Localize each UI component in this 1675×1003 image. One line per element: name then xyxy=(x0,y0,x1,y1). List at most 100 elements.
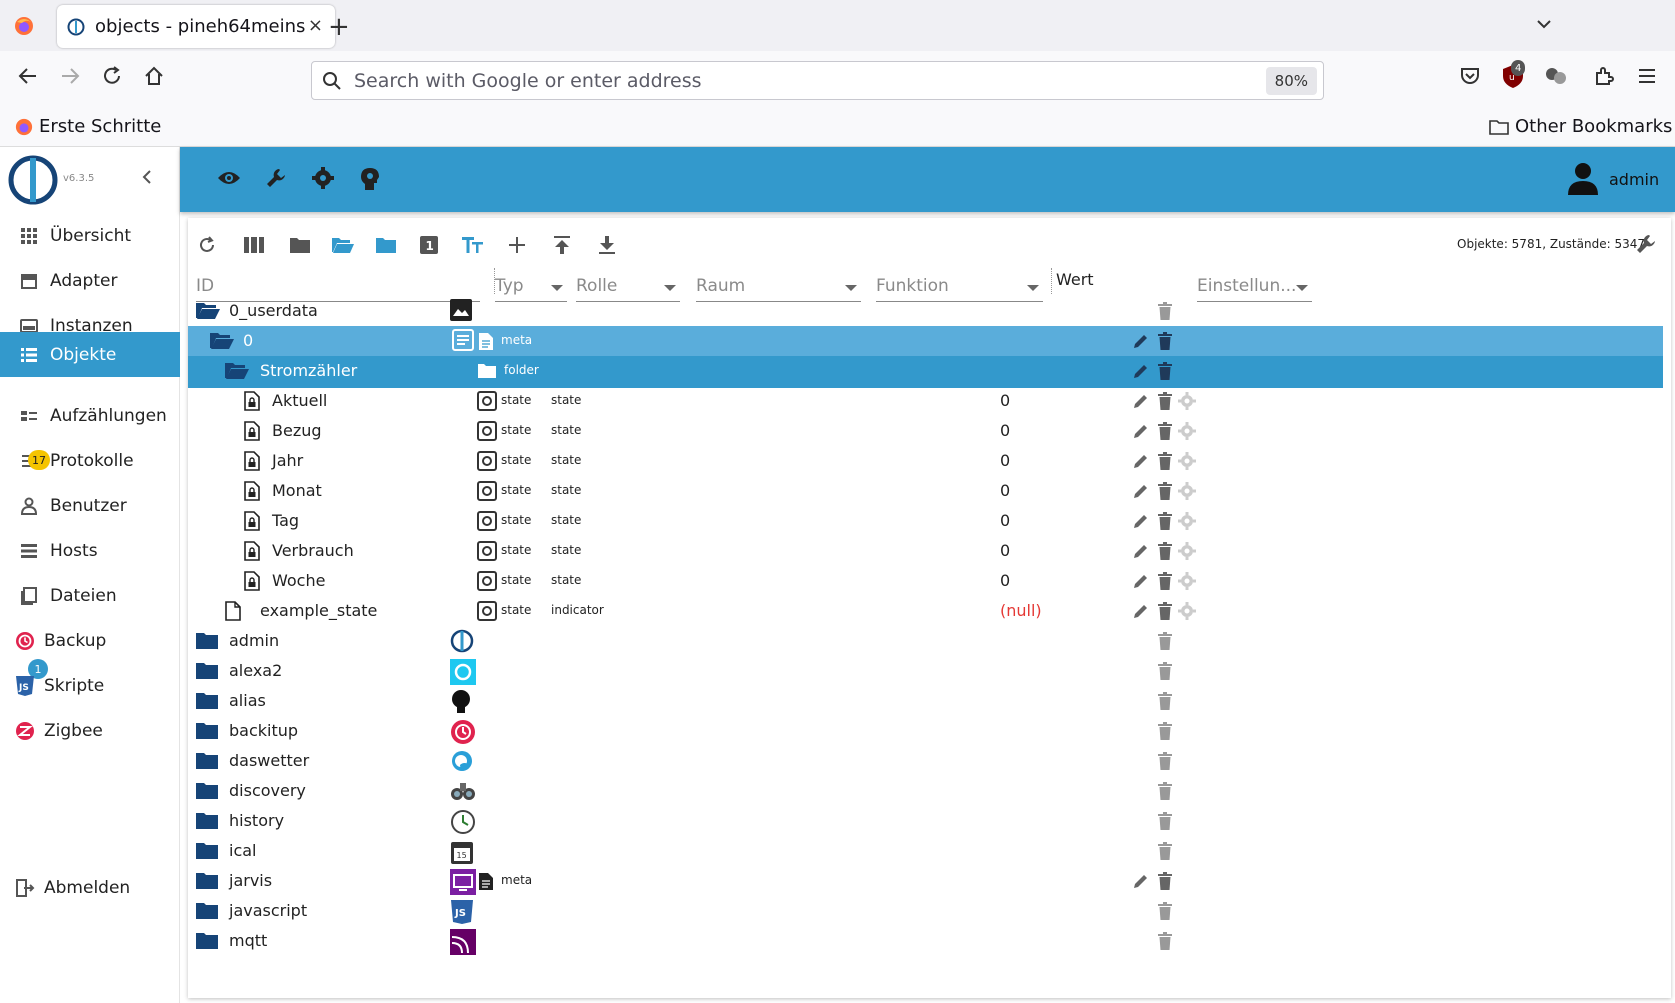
object-value[interactable]: 0 xyxy=(1000,541,1010,560)
address-bar[interactable]: Search with Google or enter address 80% xyxy=(311,61,1324,100)
edit-icon[interactable] xyxy=(1132,362,1150,380)
delete-icon[interactable] xyxy=(1158,572,1172,590)
table-row[interactable]: jarvis meta xyxy=(188,866,1663,898)
pocket-icon[interactable] xyxy=(1459,65,1481,87)
sidebar-item-skripte[interactable]: JS Skripte xyxy=(0,663,180,709)
delete-icon[interactable] xyxy=(1158,902,1172,920)
settings-wrench-icon[interactable] xyxy=(1635,233,1657,255)
delete-icon[interactable] xyxy=(1158,512,1172,530)
object-value[interactable]: 0 xyxy=(1000,391,1010,410)
object-value[interactable]: 0 xyxy=(1000,571,1010,590)
table-row[interactable]: Tag state state 0 xyxy=(188,506,1663,538)
folder-open-icon[interactable] xyxy=(196,302,220,320)
folder-icon[interactable] xyxy=(196,692,218,710)
delete-icon[interactable] xyxy=(1158,812,1172,830)
table-row[interactable]: Monat state state 0 xyxy=(188,476,1663,508)
delete-icon[interactable] xyxy=(1158,662,1172,680)
gear-icon[interactable] xyxy=(1178,452,1196,470)
table-row[interactable]: daswetter xyxy=(188,746,1663,778)
delete-icon[interactable] xyxy=(1158,692,1172,710)
gear-icon[interactable] xyxy=(1178,422,1196,440)
expand-level-icon[interactable]: 1 xyxy=(414,230,444,260)
edit-icon[interactable] xyxy=(1132,572,1150,590)
columns-icon[interactable] xyxy=(239,230,269,260)
edit-icon[interactable] xyxy=(1132,512,1150,530)
delete-icon[interactable] xyxy=(1158,932,1172,950)
expand-all-icon[interactable] xyxy=(328,230,358,260)
home-button[interactable] xyxy=(143,65,165,87)
table-row[interactable]: alexa2 xyxy=(188,656,1663,688)
object-value[interactable]: 0 xyxy=(1000,451,1010,470)
logout-button[interactable]: Abmelden xyxy=(0,865,180,911)
folder-open-icon[interactable] xyxy=(210,332,234,350)
object-value[interactable]: 0 xyxy=(1000,511,1010,530)
reload-button[interactable] xyxy=(101,65,123,87)
table-row[interactable]: Verbrauch state state 0 xyxy=(188,536,1663,568)
table-row[interactable]: ical 15 xyxy=(188,836,1663,868)
folder-icon[interactable] xyxy=(196,632,218,650)
folder-icon[interactable] xyxy=(196,812,218,830)
sidebar-item-hosts[interactable]: Hosts xyxy=(0,528,180,574)
collapse-sidebar-chevron-icon[interactable] xyxy=(140,169,154,185)
forward-button[interactable] xyxy=(59,65,81,87)
table-row[interactable]: alias xyxy=(188,686,1663,718)
table-row[interactable]: admin xyxy=(188,626,1663,658)
back-button[interactable] xyxy=(17,65,39,87)
delete-icon[interactable] xyxy=(1158,722,1172,740)
add-icon[interactable] xyxy=(502,230,532,260)
delete-icon[interactable] xyxy=(1158,332,1172,350)
firefox-icon[interactable] xyxy=(14,16,34,36)
object-value[interactable]: 0 xyxy=(1000,481,1010,500)
delete-icon[interactable] xyxy=(1158,842,1172,860)
extensions-puzzle-icon[interactable] xyxy=(1593,65,1615,87)
folder-icon[interactable] xyxy=(196,722,218,740)
iobroker-logo[interactable] xyxy=(8,155,58,205)
download-icon[interactable] xyxy=(592,230,622,260)
head-gear-icon[interactable] xyxy=(360,167,380,191)
delete-icon[interactable] xyxy=(1158,782,1172,800)
gear-icon[interactable] xyxy=(1178,512,1196,530)
folder-icon[interactable] xyxy=(196,842,218,860)
edit-icon[interactable] xyxy=(1132,392,1150,410)
table-row[interactable]: javascript JS xyxy=(188,896,1663,928)
gear-icon[interactable] xyxy=(1178,542,1196,560)
edit-icon[interactable] xyxy=(1132,482,1150,500)
delete-icon[interactable] xyxy=(1158,602,1172,620)
extension-dots-icon[interactable] xyxy=(1545,66,1567,86)
folder-icon[interactable] xyxy=(196,782,218,800)
delete-icon[interactable] xyxy=(1158,422,1172,440)
folder-view-icon[interactable] xyxy=(285,230,315,260)
sidebar-item-zigbee[interactable]: Zigbee xyxy=(0,708,180,754)
edit-icon[interactable] xyxy=(1132,332,1150,350)
table-row[interactable]: history xyxy=(188,806,1663,838)
delete-icon[interactable] xyxy=(1158,872,1172,890)
gear-icon[interactable] xyxy=(1178,602,1196,620)
table-row[interactable]: Aktuell state state 0 xyxy=(188,386,1663,418)
folder-icon[interactable] xyxy=(196,932,218,950)
table-row[interactable]: example_state state indicator (null) xyxy=(188,596,1663,628)
sidebar-item-protokolle[interactable]: Protokolle xyxy=(0,438,180,484)
expert-mode-icon[interactable] xyxy=(312,167,334,189)
edit-icon[interactable] xyxy=(1132,872,1150,890)
username[interactable]: admin xyxy=(1609,170,1659,189)
table-row[interactable]: Woche state state 0 xyxy=(188,566,1663,598)
upload-icon[interactable] xyxy=(547,230,577,260)
table-row[interactable]: mqtt xyxy=(188,926,1663,958)
object-value[interactable]: 0 xyxy=(1000,421,1010,440)
text-toggle-icon[interactable] xyxy=(458,230,488,260)
hamburger-menu-icon[interactable] xyxy=(1637,67,1657,85)
bookmark-item[interactable]: Erste Schritte xyxy=(15,116,161,137)
table-row[interactable]: discovery xyxy=(188,776,1663,808)
delete-icon[interactable] xyxy=(1158,482,1172,500)
delete-icon[interactable] xyxy=(1158,392,1172,410)
folder-icon[interactable] xyxy=(196,872,218,890)
new-tab-button[interactable]: + xyxy=(328,12,350,42)
sidebar-item-uebersicht[interactable]: Übersicht xyxy=(0,213,180,259)
sidebar-item-backup[interactable]: Backup xyxy=(0,618,180,664)
table-row[interactable]: Jahr state state 0 xyxy=(188,446,1663,478)
folder-icon[interactable] xyxy=(196,902,218,920)
delete-icon[interactable] xyxy=(1158,632,1172,650)
delete-icon[interactable] xyxy=(1158,542,1172,560)
other-bookmarks[interactable]: Other Bookmarks xyxy=(1489,116,1672,137)
folder-icon[interactable] xyxy=(196,752,218,770)
